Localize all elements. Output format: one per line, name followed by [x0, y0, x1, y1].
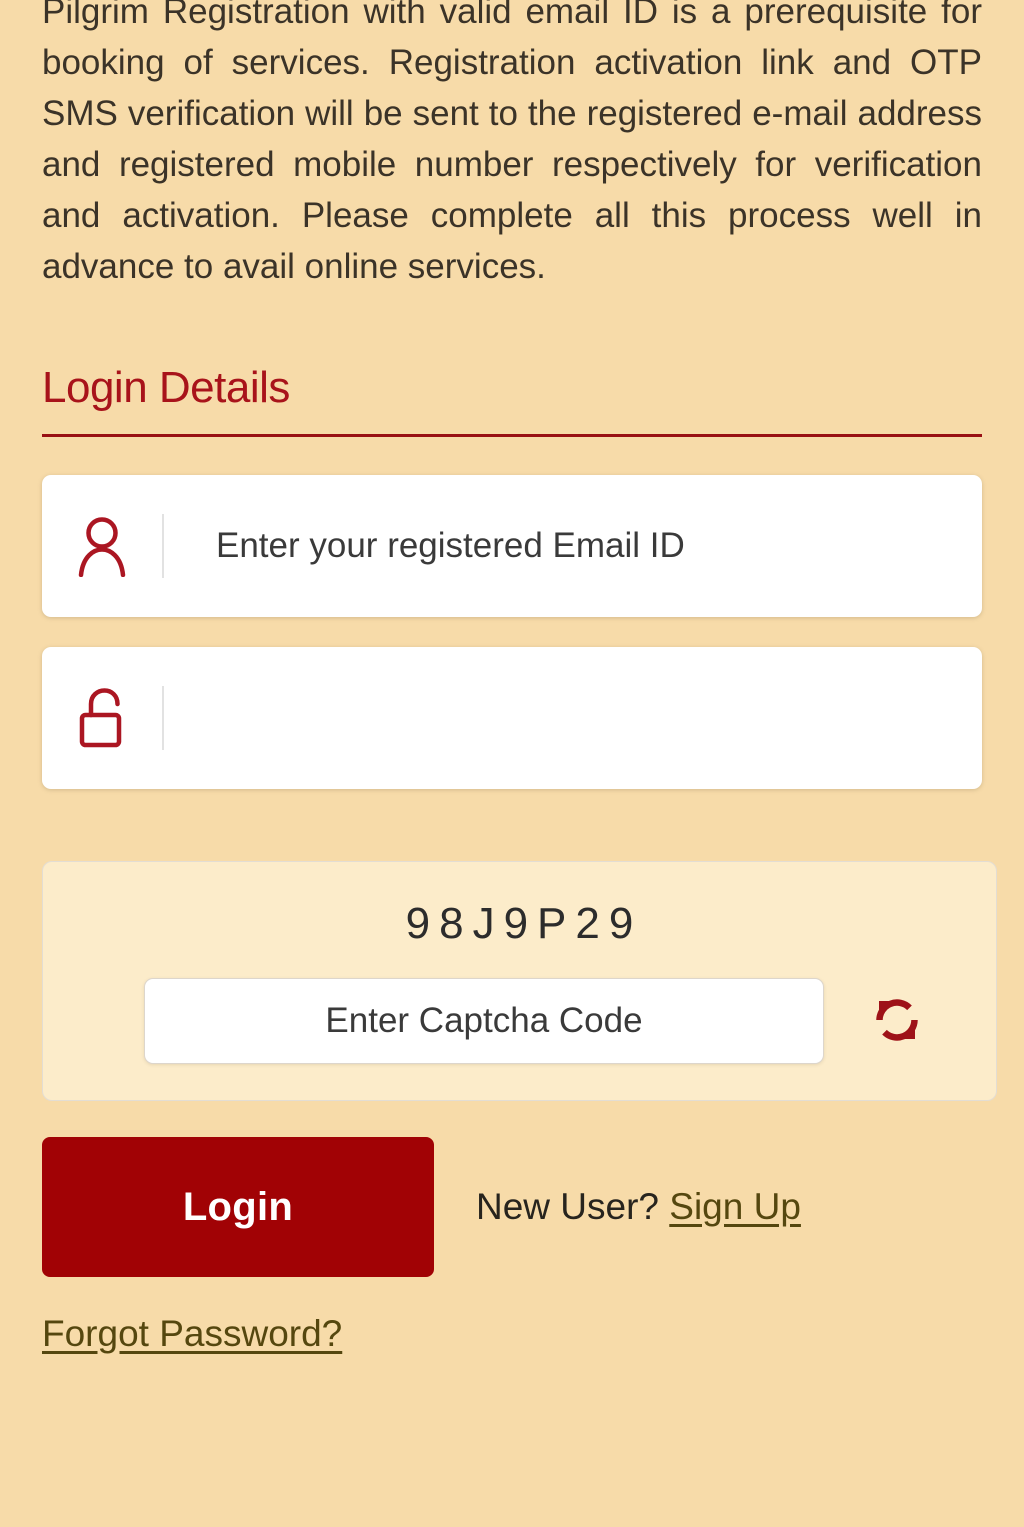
password-field-row[interactable] [42, 646, 982, 790]
login-action-row: Login New User? Sign Up [42, 1137, 982, 1277]
forgot-password-link[interactable]: Forgot Password? [42, 1313, 342, 1354]
section-divider [42, 434, 982, 437]
user-icon [42, 515, 162, 577]
login-button[interactable]: Login [42, 1137, 434, 1277]
forgot-password-row: Forgot Password? [42, 1313, 982, 1355]
captcha-input-row [43, 978, 996, 1064]
email-input[interactable] [164, 474, 982, 618]
sign-up-link[interactable]: Sign Up [669, 1186, 801, 1227]
login-details-header: Login Details [42, 362, 982, 437]
new-user-prompt: New User? Sign Up [476, 1186, 801, 1228]
unlock-icon [42, 685, 162, 751]
page-title: Login Details [42, 363, 290, 412]
email-field-row[interactable] [42, 474, 982, 618]
captcha-input[interactable] [144, 978, 824, 1064]
captcha-code-image: 98J9P29 [405, 899, 643, 948]
password-input[interactable] [164, 646, 982, 790]
captcha-panel: 98J9P29 [42, 861, 997, 1101]
refresh-captcha-button[interactable] [866, 990, 928, 1052]
new-user-label: New User? [476, 1186, 659, 1227]
intro-paragraph: Pilgrim Registration with valid email ID… [42, 0, 982, 286]
login-page: Pilgrim Registration with valid email ID… [0, 0, 1024, 1527]
refresh-icon [868, 991, 926, 1052]
